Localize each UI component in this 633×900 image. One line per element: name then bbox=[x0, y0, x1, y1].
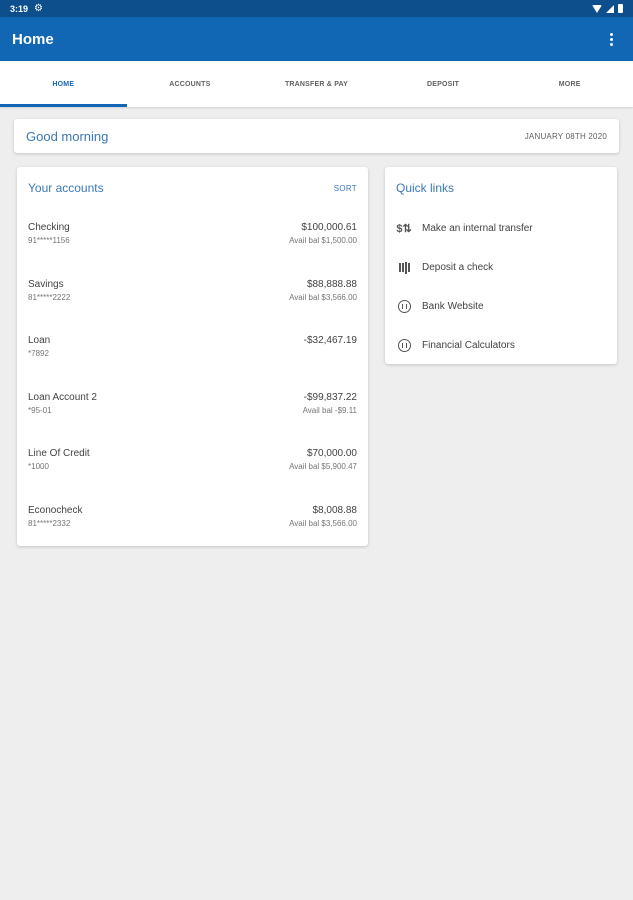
gear-icon: ⚙ bbox=[34, 3, 43, 14]
account-number: 81*****2222 bbox=[28, 292, 71, 302]
account-balance: -$99,837.22 bbox=[303, 391, 357, 403]
website-icon bbox=[396, 299, 412, 315]
account-balance: -$32,467.19 bbox=[303, 335, 357, 346]
page-title: Home bbox=[12, 30, 54, 48]
account-row-econocheck[interactable]: Econocheck 81*****2332 $8,008.88 Avail bal… bbox=[28, 492, 357, 549]
account-number: *1000 bbox=[28, 462, 49, 471]
tab-deposit[interactable]: DEPOSIT bbox=[380, 61, 507, 107]
account-row-loan[interactable]: Loan *7892 -$32,467.19 bbox=[28, 322, 357, 379]
status-bar: 3:19 ⚙ bbox=[0, 0, 633, 17]
quick-link-label: Deposit a check bbox=[422, 262, 494, 273]
calculator-icon bbox=[396, 338, 412, 354]
quick-link-deposit-check[interactable]: Deposit a check bbox=[396, 248, 606, 287]
account-balance: $100,000.61 bbox=[301, 222, 357, 233]
tab-bar: HOME ACCOUNTS TRANSFER & PAY DEPOSIT MOR… bbox=[0, 61, 633, 107]
quick-link-label: Financial Calculators bbox=[422, 340, 515, 351]
battery-icon bbox=[618, 4, 623, 13]
account-name: Savings bbox=[28, 278, 64, 290]
status-icons bbox=[592, 4, 623, 13]
signal-icon bbox=[606, 4, 614, 13]
account-balance: $88,888.88 bbox=[306, 278, 357, 290]
accounts-title: Your accounts bbox=[28, 181, 104, 195]
account-row-loan-account-2[interactable]: Loan Account 2 *95-01 -$99,837.22 Avail ba… bbox=[28, 379, 357, 436]
account-row-checking[interactable]: Checking 91*****1156 $100,000.61 Avail bal… bbox=[28, 209, 357, 266]
tab-accounts[interactable]: ACCOUNTS bbox=[127, 61, 254, 107]
greeting-text: Good morning bbox=[26, 128, 109, 144]
tab-more[interactable]: MORE bbox=[506, 61, 633, 107]
account-name: Checking bbox=[28, 222, 70, 233]
quick-links-title: Quick links bbox=[396, 181, 455, 195]
app-bar: Home bbox=[0, 17, 633, 61]
wifi-icon bbox=[592, 4, 602, 13]
account-name: Loan Account 2 bbox=[28, 391, 97, 403]
account-name: Econocheck bbox=[28, 504, 83, 516]
quick-links-header: Quick links bbox=[396, 167, 606, 209]
account-balance: $70,000.00 bbox=[306, 448, 357, 459]
tab-transfer-pay[interactable]: TRANSFER & PAY bbox=[253, 61, 380, 107]
accounts-header: Your accounts SORT bbox=[28, 167, 357, 209]
account-name: Line Of Credit bbox=[28, 448, 90, 459]
tab-home[interactable]: HOME bbox=[0, 61, 127, 107]
quick-link-label: Bank Website bbox=[422, 301, 484, 312]
account-available: Avail bal $3,566.00 bbox=[289, 518, 357, 528]
sort-button[interactable]: SORT bbox=[334, 184, 357, 193]
check-deposit-icon bbox=[396, 260, 412, 276]
account-number: *95-01 bbox=[28, 405, 52, 415]
accounts-card: Your accounts SORT Checking 91*****1156 $… bbox=[17, 167, 368, 546]
account-balance: $8,008.88 bbox=[312, 504, 358, 516]
date-text: JANUARY 08TH 2020 bbox=[524, 131, 607, 141]
account-number: 81*****2332 bbox=[28, 518, 71, 528]
more-options-icon[interactable] bbox=[601, 29, 621, 49]
quick-link-internal-transfer[interactable]: $⇅ Make an internal transfer bbox=[396, 209, 606, 248]
quick-links-card: Quick links $⇅ Make an internal transfer… bbox=[385, 167, 617, 364]
quick-link-bank-website[interactable]: Bank Website bbox=[396, 287, 606, 326]
account-number: 91*****1156 bbox=[28, 236, 70, 245]
account-name: Loan bbox=[28, 335, 51, 346]
account-available: Avail bal $5,900.47 bbox=[289, 462, 357, 471]
status-time: 3:19 bbox=[10, 3, 29, 14]
account-available: Avail bal -$9.11 bbox=[302, 405, 357, 415]
account-row-line-of-credit[interactable]: Line Of Credit *1000 $70,000.00 Avail bal … bbox=[28, 435, 357, 492]
account-available: Avail bal $3,566.00 bbox=[289, 292, 357, 302]
quick-link-financial-calculators[interactable]: Financial Calculators bbox=[396, 326, 606, 365]
account-row-savings[interactable]: Savings 81*****2222 $88,888.88 Avail bal $… bbox=[28, 266, 357, 323]
account-available: Avail bal $1,500.00 bbox=[289, 236, 357, 245]
quick-link-label: Make an internal transfer bbox=[422, 223, 533, 234]
transfer-icon: $⇅ bbox=[396, 223, 412, 235]
greeting-card: Good morning JANUARY 08TH 2020 bbox=[14, 119, 619, 153]
account-number: *7892 bbox=[28, 349, 49, 358]
